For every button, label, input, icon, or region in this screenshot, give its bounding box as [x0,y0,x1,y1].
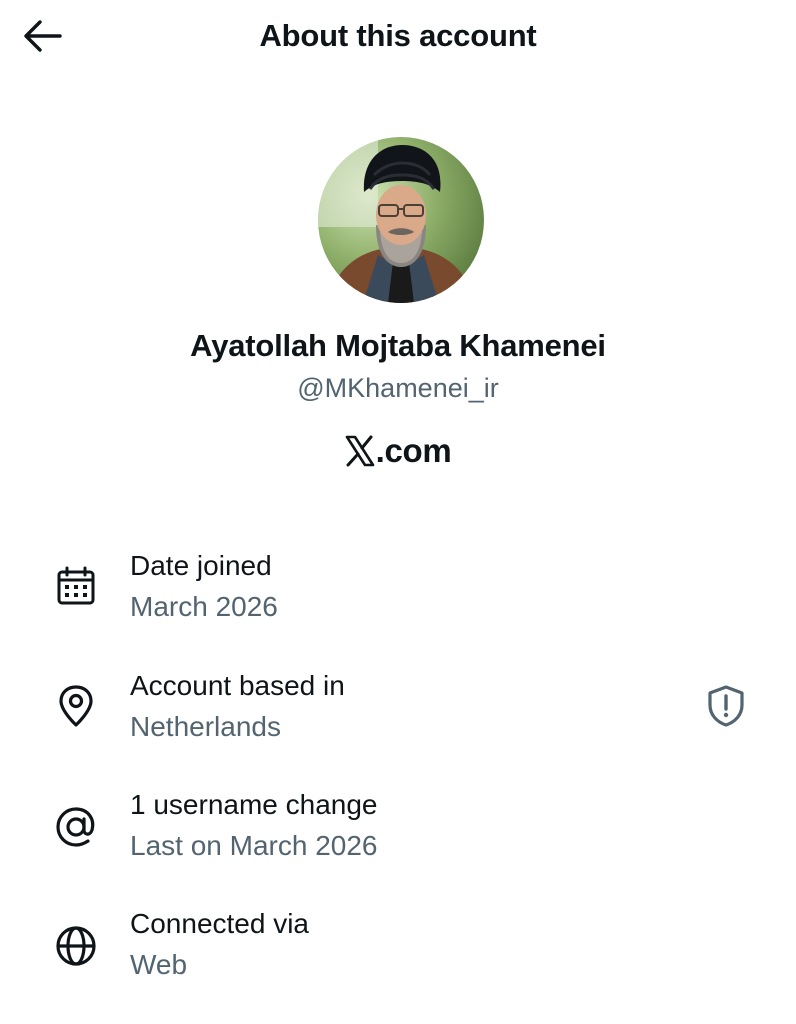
row-label: 1 username change [130,789,378,820]
username-handle: @MKhamenei_ir [297,373,499,403]
page-title: About this account [259,18,537,53]
info-row-date-joined: Date joined March 2026 [0,548,796,648]
row-value: Netherlands [130,711,281,742]
shield-alert-icon [708,685,744,727]
at-sign-icon [56,807,95,847]
row-label: Connected via [130,908,310,939]
row-label: Account based in [130,670,345,701]
x-logo-icon [345,435,374,467]
avatar-image [318,137,484,303]
info-row-account-based-in: Account based in Netherlands [0,668,796,768]
top-bar: About this account [0,0,796,74]
row-label: Date joined [130,550,272,581]
row-value: March 2026 [130,591,278,622]
location-pin-icon [59,685,93,727]
about-account-screen: About this account Ayatollah Mojtaba Kha… [0,0,796,1024]
info-row-connected-via: Connected via Web [0,906,796,1006]
display-name: Ayatollah Mojtaba Khamenei [190,328,606,363]
brand-domain: .com [375,432,452,469]
row-value: Last on March 2026 [130,830,378,861]
platform-brand: .com [0,432,796,470]
location-info-button[interactable] [702,682,750,730]
globe-icon [56,926,96,966]
row-value: Web [130,949,188,980]
info-row-username-change: 1 username change Last on March 2026 [0,787,796,887]
avatar[interactable] [318,137,484,303]
calendar-icon [57,566,95,605]
